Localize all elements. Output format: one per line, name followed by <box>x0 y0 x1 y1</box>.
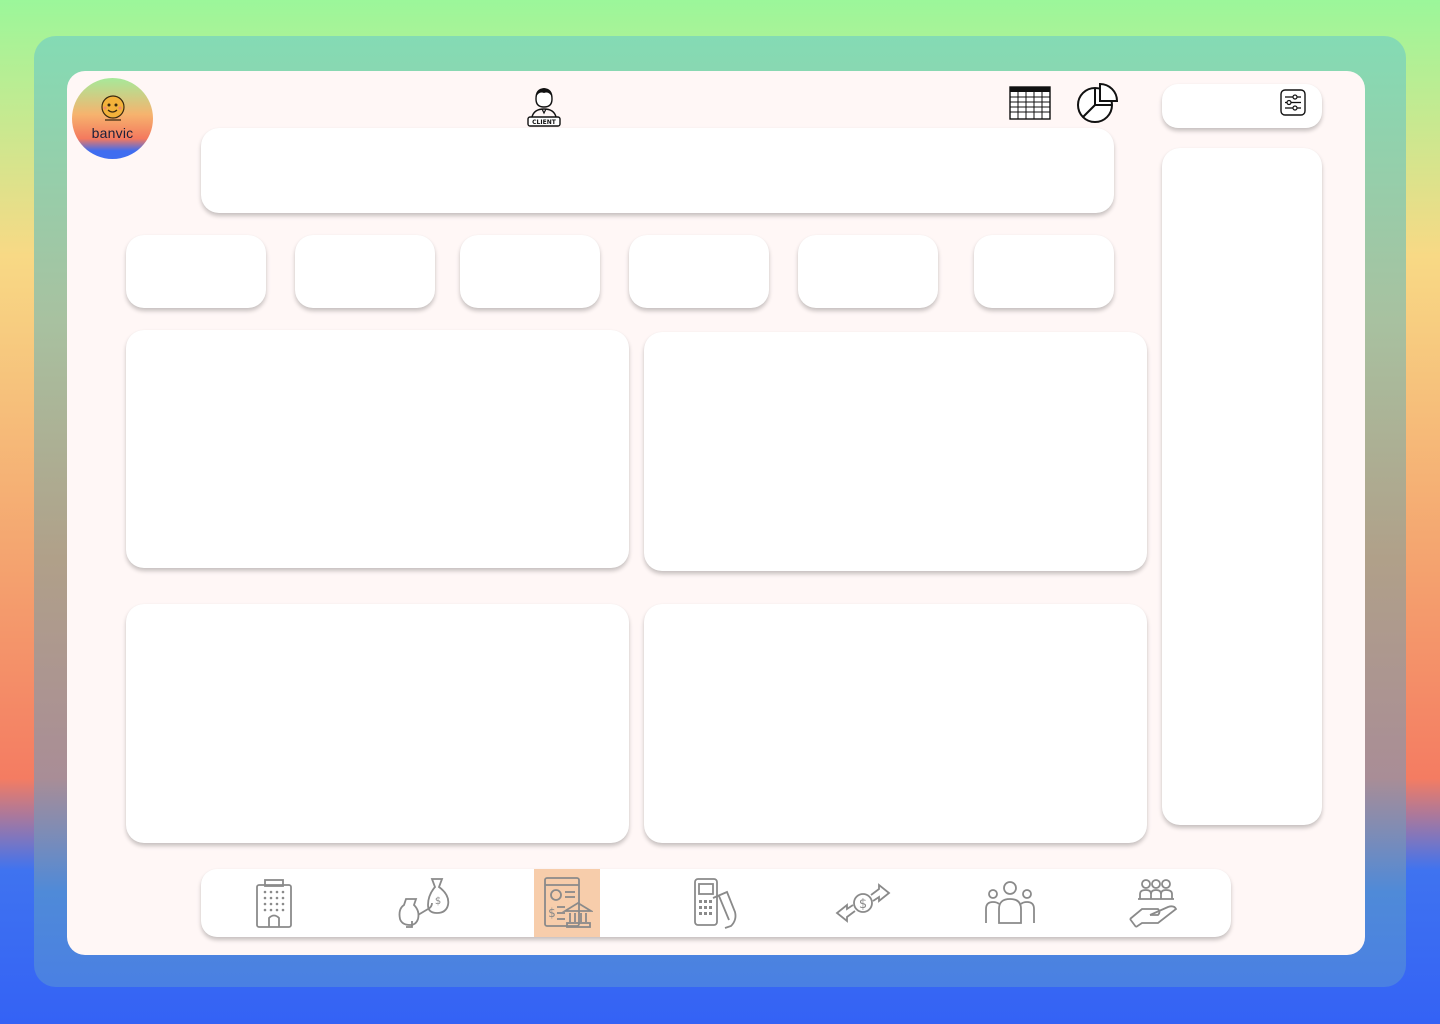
kpi-card <box>974 235 1114 308</box>
nav-clients[interactable] <box>977 869 1043 937</box>
chart-panel <box>126 604 629 843</box>
kpi-card <box>126 235 266 308</box>
kpi-card <box>798 235 938 308</box>
nav-investments[interactable]: $ <box>389 869 455 937</box>
kpi-card <box>460 235 600 308</box>
chart-panel <box>644 604 1147 843</box>
nav-employees[interactable] <box>1123 869 1189 937</box>
nav-card-payments[interactable] <box>682 869 748 937</box>
bank-statement-icon: $ <box>544 877 593 928</box>
brand-name: banvic <box>91 125 134 141</box>
title-panel <box>201 128 1114 213</box>
money-exchange-icon: $ <box>835 883 891 923</box>
building-icon <box>256 879 292 928</box>
kpi-card <box>295 235 435 308</box>
team-care-icon <box>1129 879 1178 928</box>
nav-accounts[interactable]: $ <box>534 869 600 937</box>
nav-agencies[interactable] <box>241 869 307 937</box>
client-icon[interactable]: CLIENT <box>524 85 564 128</box>
kpi-card <box>629 235 769 308</box>
nav-transactions[interactable]: $ <box>830 869 896 937</box>
mascot-icon <box>101 95 125 121</box>
pie-chart-icon[interactable] <box>1075 82 1119 124</box>
side-filter-panel <box>1162 148 1322 825</box>
money-bag-icon: $ <box>398 878 450 928</box>
chart-panel <box>644 332 1147 571</box>
group-icon <box>985 881 1035 924</box>
svg-text:$: $ <box>435 896 441 907</box>
svg-text:$: $ <box>859 897 867 912</box>
brand-logo[interactable]: banvic <box>72 78 153 159</box>
client-caption: CLIENT <box>532 119 557 126</box>
pos-terminal-icon <box>694 878 737 929</box>
svg-text:$: $ <box>548 906 556 920</box>
filter-sliders-icon[interactable] <box>1280 89 1306 116</box>
chart-panel <box>126 330 629 568</box>
table-grid-icon[interactable] <box>1009 86 1051 120</box>
